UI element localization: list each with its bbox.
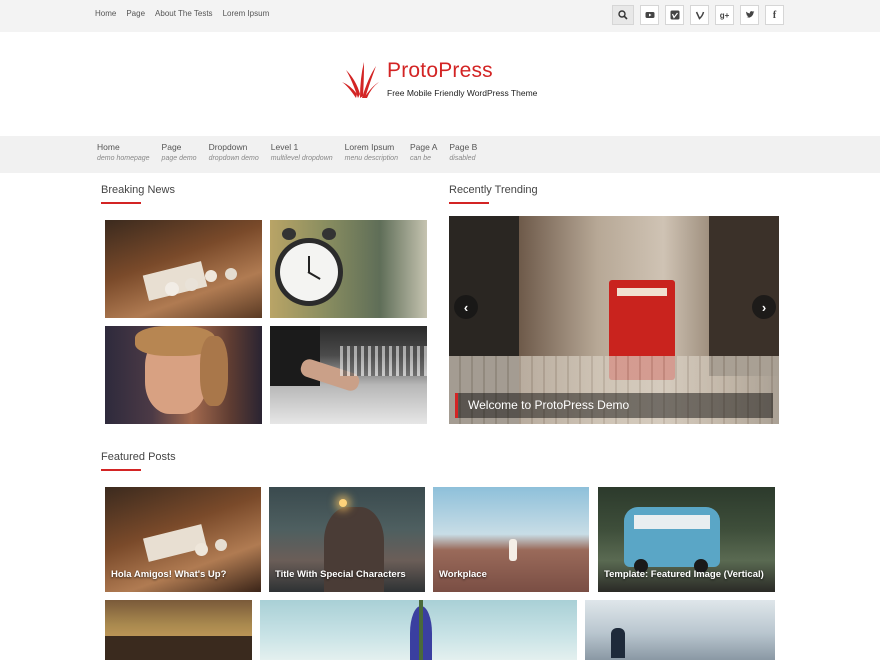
nav-description: disabled (449, 155, 476, 162)
nav-label: Page A (409, 142, 438, 152)
vine-button[interactable] (690, 5, 709, 25)
top-nav-about-the-tests[interactable]: About The Tests (155, 9, 213, 18)
nav-description: menu description (344, 155, 398, 162)
search-icon (618, 10, 628, 20)
featured-post-title[interactable]: Template: Featured Image (Vertical) (604, 569, 764, 580)
recently-trending-heading: Recently Trending (449, 184, 538, 196)
facebook-button[interactable]: f (765, 5, 784, 25)
twitter-button[interactable] (740, 5, 759, 25)
chevron-right-icon: › (761, 299, 767, 315)
featured-post-card[interactable]: Title With Special Characters (269, 487, 425, 592)
heading-underline (101, 469, 141, 471)
vine-icon (695, 11, 704, 20)
nav-label: Level 1 (270, 142, 299, 152)
top-nav-lorem-ipsum[interactable]: Lorem Ipsum (223, 9, 270, 18)
nav-item-page-b[interactable]: Page B disabled (449, 142, 477, 162)
grass-logo-icon (342, 62, 379, 98)
top-nav-home[interactable]: Home (95, 9, 116, 18)
breaking-news-image-clock[interactable] (270, 220, 427, 318)
top-bar: Home Page About The Tests Lorem Ipsum g+… (0, 0, 880, 32)
slider-caption[interactable]: Welcome to ProtoPress Demo (455, 393, 773, 418)
nav-item-dropdown[interactable]: Dropdown dropdown demo (209, 142, 259, 162)
trending-slider[interactable]: ‹ › Welcome to ProtoPress Demo (449, 216, 779, 424)
vimeo-button[interactable] (665, 5, 684, 25)
search-button[interactable] (612, 5, 634, 25)
main-navigation: Home demo homepage Page page demo Dropdo… (0, 136, 880, 173)
slider-next-button[interactable]: › (752, 295, 776, 319)
breaking-news-heading: Breaking News (101, 184, 175, 196)
featured-post-card[interactable]: Hola Amigos! What's Up? (105, 487, 261, 592)
nav-label: Page (161, 142, 182, 152)
google-plus-icon: g+ (719, 10, 730, 20)
featured-post-card[interactable]: Workplace (433, 487, 589, 592)
site-tagline: Free Mobile Friendly WordPress Theme (387, 88, 538, 98)
nav-description: dropdown demo (208, 155, 259, 162)
nav-label: Page B (449, 142, 478, 152)
nav-item-level-1[interactable]: Level 1 multilevel dropdown (271, 142, 333, 162)
featured-post-title[interactable]: Title With Special Characters (275, 569, 406, 580)
site-title[interactable]: ProtoPress (387, 59, 493, 83)
breaking-news-image-mixer[interactable] (270, 326, 427, 424)
nav-item-lorem-ipsum[interactable]: Lorem Ipsum menu description (345, 142, 398, 162)
nav-item-page-a[interactable]: Page A can be (410, 142, 437, 162)
slider-prev-button[interactable]: ‹ (454, 295, 478, 319)
featured-post-card[interactable]: Template: Featured Image (Vertical) (598, 487, 775, 592)
breaking-news-image-coffee[interactable] (105, 220, 262, 318)
top-navigation: Home Page About The Tests Lorem Ipsum (95, 9, 269, 18)
featured-posts-heading: Featured Posts (101, 451, 176, 463)
featured-post-card-flower[interactable] (260, 600, 577, 660)
chevron-left-icon: ‹ (463, 299, 469, 315)
nav-label: Lorem Ipsum (344, 142, 395, 152)
slider-image-mailbox-label (617, 288, 667, 296)
youtube-icon (645, 12, 654, 18)
nav-description: can be (409, 155, 431, 162)
nav-item-home[interactable]: Home demo homepage (97, 142, 150, 162)
youtube-button[interactable] (640, 5, 659, 25)
top-nav-page[interactable]: Page (126, 9, 145, 18)
site-branding: ProtoPress Free Mobile Friendly WordPres… (340, 56, 560, 106)
featured-post-card-mountain[interactable] (585, 600, 775, 660)
heading-underline (101, 202, 141, 204)
nav-description: multilevel dropdown (270, 155, 333, 162)
nav-item-page[interactable]: Page page demo (162, 142, 197, 162)
twitter-icon (745, 11, 754, 18)
google-plus-button[interactable]: g+ (715, 5, 734, 25)
breaking-news-image-portrait[interactable] (105, 326, 262, 424)
featured-post-title[interactable]: Workplace (439, 569, 487, 580)
nav-description: page demo (161, 155, 197, 162)
nav-label: Dropdown (208, 142, 248, 152)
featured-post-title[interactable]: Hola Amigos! What's Up? (111, 569, 226, 580)
facebook-icon: f (772, 9, 777, 21)
social-links: g+ f (612, 5, 784, 25)
heading-underline (449, 202, 489, 204)
featured-post-card-road[interactable] (105, 600, 252, 660)
nav-label: Home (97, 142, 120, 152)
nav-description: demo homepage (97, 155, 150, 162)
vimeo-icon (670, 10, 679, 20)
